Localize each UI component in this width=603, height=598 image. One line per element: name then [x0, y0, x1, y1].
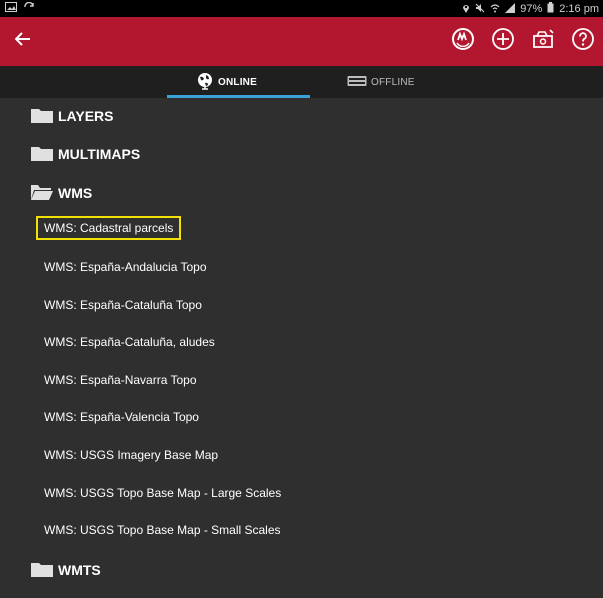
mute-icon	[475, 3, 485, 16]
tab-selected-indicator	[167, 95, 310, 98]
folder-icon	[31, 145, 53, 164]
back-button[interactable]	[9, 27, 37, 55]
storage-icon	[347, 75, 367, 90]
wifi-icon	[490, 3, 500, 16]
wms-item-usgs-imagery[interactable]: WMS: USGS Imagery Base Map	[44, 448, 218, 462]
app-bar-actions	[449, 27, 597, 55]
help-button[interactable]	[569, 27, 597, 55]
map-settings-button[interactable]	[529, 27, 557, 55]
folder-multimaps[interactable]: MULTIMAPS	[31, 141, 140, 167]
back-arrow-icon	[14, 31, 31, 51]
signal-icon	[505, 2, 516, 16]
add-button[interactable]	[489, 27, 517, 55]
folder-wmts[interactable]: WMTS	[31, 557, 101, 583]
app-bar	[0, 17, 603, 66]
battery-icon	[547, 2, 554, 16]
clock: 2:16 pm	[559, 3, 599, 15]
folder-label: WMS	[58, 185, 93, 201]
image-icon	[5, 2, 17, 15]
status-right: 97% 2:16 pm	[462, 2, 599, 16]
sync-icon	[23, 1, 35, 15]
folder-label: MULTIMAPS	[58, 146, 141, 162]
location-icon	[462, 3, 470, 16]
folder-icon	[31, 561, 53, 580]
help-icon	[571, 27, 595, 56]
tab-online-label: ONLINE	[218, 76, 257, 88]
add-circle-icon	[491, 27, 515, 56]
folder-open-icon	[31, 184, 53, 203]
folder-label: WMTS	[58, 562, 101, 578]
folder-icon	[31, 107, 53, 126]
folder-label: LAYERS	[58, 108, 114, 124]
globe-icon	[196, 72, 214, 93]
wms-item-usgs-topo-small[interactable]: WMS: USGS Topo Base Map - Small Scales	[44, 523, 281, 537]
folder-layers[interactable]: LAYERS	[31, 103, 114, 129]
status-left	[5, 1, 35, 15]
wms-item-valencia[interactable]: WMS: España-Valencia Topo	[44, 410, 199, 424]
tab-online[interactable]: ONLINE	[196, 66, 257, 98]
wms-item-navarra[interactable]: WMS: España-Navarra Topo	[44, 373, 197, 387]
wms-item-cadastral-parcels[interactable]: WMS: Cadastral parcels	[36, 216, 182, 240]
tab-offline[interactable]: OFFLINE	[347, 66, 415, 98]
tab-bar: ONLINE OFFLINE	[0, 66, 603, 98]
status-bar: 97% 2:16 pm	[0, 0, 603, 17]
battery-text: 97%	[520, 3, 543, 15]
sync-layers-button[interactable]	[449, 27, 477, 55]
map-settings-icon	[531, 27, 555, 56]
wms-item-usgs-topo-large[interactable]: WMS: USGS Topo Base Map - Large Scales	[44, 486, 281, 500]
tab-offline-label: OFFLINE	[371, 76, 415, 88]
folder-wms[interactable]: WMS	[31, 180, 92, 206]
wms-item-cataluna-aludes[interactable]: WMS: España-Cataluña, aludes	[44, 335, 215, 349]
layers-sync-icon	[451, 27, 475, 56]
wms-item-cataluna-topo[interactable]: WMS: España-Cataluña Topo	[44, 298, 202, 312]
wms-item-andalucia[interactable]: WMS: España-Andalucia Topo	[44, 260, 207, 274]
